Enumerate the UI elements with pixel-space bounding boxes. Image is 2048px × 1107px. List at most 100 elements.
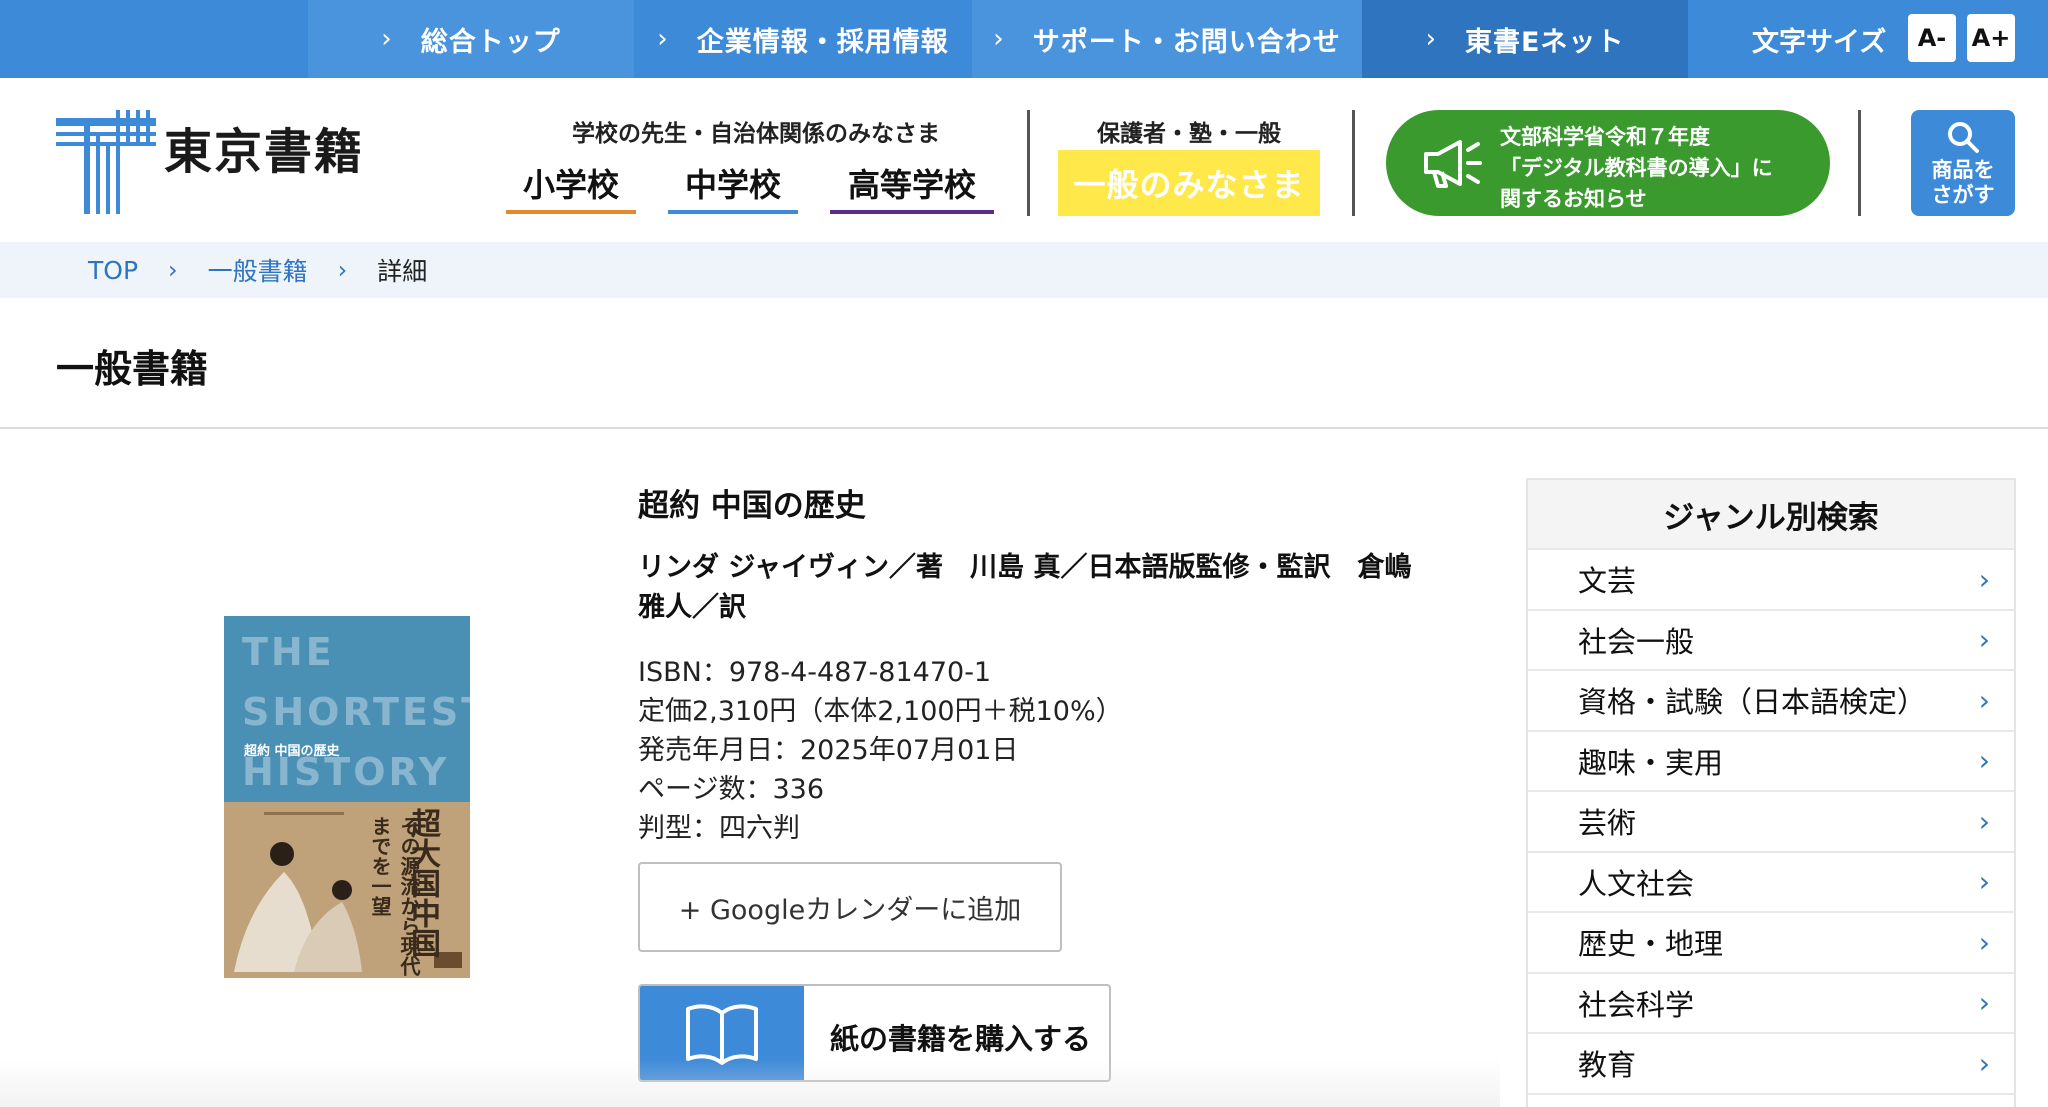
- site-header: 東京書籍 学校の先生・自治体関係のみなさま 小学校 中学校 高等学校 保護者・塾…: [0, 78, 2048, 242]
- nav-item-support[interactable]: › サポート・お問い合わせ: [972, 0, 1362, 78]
- junior-high-underline: [668, 210, 798, 214]
- buy-icon-box: [640, 986, 804, 1080]
- genre-label: 芸術: [1578, 806, 1637, 841]
- chevron-right-icon: ›: [1978, 925, 1990, 959]
- chevron-right-icon: ›: [1978, 623, 1990, 657]
- chevron-right-icon: ›: [1978, 1046, 1990, 1080]
- chevron-right-icon: ›: [657, 24, 669, 54]
- genre-item-society[interactable]: 社会一般 ›: [1528, 611, 2014, 671]
- chevron-right-icon: ›: [337, 256, 348, 284]
- nav-item-label: 企業情報・採用情報: [696, 26, 949, 58]
- nav-junior-high-school[interactable]: 中学校: [668, 160, 798, 214]
- book-cover-image: THE SHORTEST HISTORY 超約 中国の歴史 超大国中国 その源流…: [224, 616, 470, 978]
- chevron-right-icon: ›: [1425, 24, 1437, 54]
- buy-paper-book-button[interactable]: 紙の書籍を購入する: [638, 984, 1111, 1082]
- cover-title-line: THE: [242, 630, 335, 674]
- header-divider: [1027, 110, 1030, 216]
- chevron-right-icon: ›: [381, 24, 393, 54]
- chevron-right-icon: ›: [168, 256, 178, 284]
- chevron-right-icon: ›: [1978, 986, 1990, 1020]
- breadcrumb-top-link[interactable]: TOP: [88, 256, 138, 285]
- genre-search-panel: ジャンル別検索 文芸 › 社会一般 › 資格・試験（日本語検定） › 趣味・実用 › 芸…: [1526, 478, 2016, 1107]
- genre-label: 社会科学: [1578, 987, 1695, 1022]
- chevron-right-icon: ›: [1978, 683, 1990, 717]
- nav-item-home[interactable]: › 総合トップ: [308, 0, 634, 78]
- open-book-icon: [686, 1004, 758, 1065]
- genre-item-arts[interactable]: 芸術 ›: [1528, 792, 2014, 853]
- notice-text: 文部科学省令和７年度 「デジタル教科書の導入」に 関するお知らせ: [1500, 122, 1820, 215]
- cover-illustration: 超大国中国 その源流から現代までを一望: [224, 802, 470, 978]
- book-isbn: ISBN：978-4-487-81470-1: [638, 657, 992, 688]
- breadcrumb: TOP › 一般書籍 › 詳細: [0, 242, 2048, 298]
- site-logo[interactable]: 東京書籍: [56, 110, 396, 214]
- general-label: 保護者・塾・一般: [1097, 121, 1281, 147]
- general-public-button[interactable]: 一般のみなさま: [1058, 150, 1320, 216]
- product-search-button[interactable]: 商品を さがす: [1911, 110, 2015, 216]
- font-size-decrease-button[interactable]: A-: [1908, 14, 1956, 62]
- genre-item-literature[interactable]: 文芸 ›: [1528, 550, 2014, 611]
- book-format: 判型：四六判: [638, 813, 800, 844]
- buy-button-label: 紙の書籍を購入する: [830, 1022, 1092, 1056]
- search-icon: [1948, 122, 1979, 153]
- logo-text: 東京書籍: [164, 124, 365, 180]
- genre-label: 文芸: [1578, 564, 1637, 599]
- genre-label: 社会一般: [1578, 624, 1695, 659]
- elementary-underline: [506, 210, 636, 214]
- notice-line: 文部科学省令和７年度: [1500, 125, 1710, 149]
- font-size-increase-button[interactable]: A+: [1967, 14, 2015, 62]
- cover-title-line: SHORTEST: [242, 690, 470, 734]
- header-divider: [1858, 110, 1861, 216]
- high-school-underline: [830, 210, 994, 214]
- add-to-google-calendar-button[interactable]: + Googleカレンダーに追加: [638, 862, 1062, 952]
- cover-subtitle: 超約 中国の歴史: [244, 744, 340, 759]
- megaphone-icon: [1424, 140, 1482, 188]
- search-label-line: 商品を: [1931, 158, 1995, 182]
- nav-item-label: 総合トップ: [420, 26, 561, 58]
- genre-label: 趣味・実用: [1578, 745, 1724, 780]
- nav-high-school[interactable]: 高等学校: [830, 160, 994, 214]
- nav-item-label: サポート・お問い合わせ: [1032, 26, 1341, 58]
- nav-item-e-net[interactable]: › 東書Eネット: [1362, 0, 1688, 78]
- notice-line: 関するお知らせ: [1500, 187, 1647, 211]
- genre-label: 教育: [1578, 1048, 1637, 1083]
- page-title: 一般書籍: [56, 347, 209, 391]
- top-nav-bar: › 総合トップ › 企業情報・採用情報 › サポート・お問い合わせ › 東書Eネット 文…: [0, 0, 2048, 78]
- genre-item-humanities[interactable]: 人文社会 ›: [1528, 853, 2014, 913]
- book-page-count: ページ数：336: [638, 774, 824, 805]
- nav-elementary-school[interactable]: 小学校: [506, 160, 636, 214]
- breadcrumb-category-link[interactable]: 一般書籍: [208, 252, 308, 288]
- genre-item-social-science[interactable]: 社会科学 ›: [1528, 974, 2014, 1034]
- school-label: 中学校: [684, 166, 781, 204]
- book-authors: リンダ ジャイヴィン／著 川島 真／日本語版監修・監訳 倉嶋雅人／訳: [638, 552, 1412, 623]
- teachers-label: 学校の先生・自治体関係のみなさま: [572, 121, 940, 147]
- school-label: 高等学校: [847, 166, 976, 204]
- notice-line: 「デジタル教科書の導入」に: [1500, 156, 1773, 180]
- cover-vertical-subtitle: その源流から現代までを一望: [368, 816, 421, 976]
- nav-item-label: 東書Eネット: [1464, 26, 1625, 58]
- chevron-right-icon: ›: [1978, 865, 1990, 899]
- genre-item-hobbies[interactable]: 趣味・実用 ›: [1528, 732, 2014, 792]
- search-label-line: さがす: [1931, 183, 1995, 207]
- genre-search-title: ジャンル別検索: [1528, 480, 2014, 550]
- header-divider: [1352, 110, 1355, 216]
- book-release-date: 発売年月日：2025年07月01日: [638, 735, 1019, 766]
- school-label: 小学校: [522, 166, 619, 204]
- genre-item-history-geography[interactable]: 歴史・地理 ›: [1528, 913, 2014, 974]
- divider: [0, 427, 2048, 429]
- genre-label: 歴史・地理: [1578, 927, 1724, 962]
- chevron-right-icon: ›: [993, 24, 1005, 54]
- genre-label: 人文社会: [1578, 866, 1695, 901]
- digital-textbook-notice-button[interactable]: 文部科学省令和７年度 「デジタル教科書の導入」に 関するお知らせ: [1386, 110, 1830, 216]
- chevron-right-icon: ›: [1978, 744, 1990, 778]
- genre-item-education[interactable]: 教育 ›: [1528, 1034, 2014, 1095]
- chevron-right-icon: ›: [1978, 562, 1990, 596]
- genre-item-qualifications[interactable]: 資格・試験（日本語検定） ›: [1528, 671, 2014, 732]
- chevron-right-icon: ›: [1978, 804, 1990, 838]
- genre-label: 資格・試験（日本語検定）: [1578, 685, 1927, 720]
- nav-item-corporate[interactable]: › 企業情報・採用情報: [634, 0, 972, 78]
- logo-mark-icon: [56, 110, 156, 214]
- search-label: 商品を さがす: [1911, 158, 2015, 208]
- book-price: 定価2,310円（本体2,100円＋税10%）: [638, 696, 1123, 727]
- book-title: 超約 中国の歴史: [638, 488, 866, 524]
- font-size-label: 文字サイズ: [1752, 26, 1887, 58]
